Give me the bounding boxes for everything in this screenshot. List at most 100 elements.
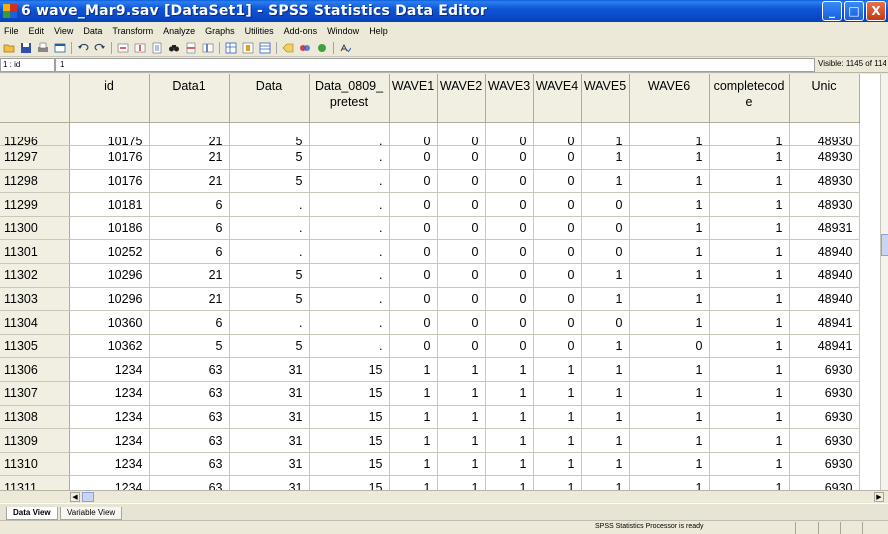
data-cell[interactable]: 0: [437, 169, 486, 194]
data-cell[interactable]: 0: [389, 145, 438, 170]
data-cell[interactable]: 0: [581, 192, 630, 217]
row-number[interactable]: 11298: [0, 169, 70, 194]
data-cell[interactable]: 1: [709, 405, 790, 430]
data-cell[interactable]: 1: [389, 357, 438, 383]
column-header[interactable]: Data: [229, 74, 310, 123]
insert-cases-icon[interactable]: [184, 42, 197, 54]
tab-data-view[interactable]: Data View: [6, 507, 58, 520]
data-cell[interactable]: 10175: [69, 122, 150, 147]
data-cell[interactable]: 21: [149, 169, 230, 194]
data-cell[interactable]: 48930: [789, 192, 860, 217]
menu-item-analyze[interactable]: Analyze: [158, 26, 200, 36]
data-cell[interactable]: 1234: [69, 428, 150, 453]
data-cell[interactable]: .: [309, 334, 390, 359]
row-number[interactable]: 11299: [0, 192, 70, 217]
data-cell[interactable]: 1: [533, 405, 582, 430]
spelling-icon[interactable]: [338, 42, 351, 54]
data-cell[interactable]: 1234: [69, 357, 150, 383]
data-cell[interactable]: 5: [229, 334, 310, 359]
column-header[interactable]: completecod e: [709, 74, 790, 123]
data-cell[interactable]: 1: [709, 169, 790, 194]
column-header[interactable]: Unic: [789, 74, 860, 123]
data-cell[interactable]: 1: [581, 263, 630, 288]
data-cell[interactable]: 0: [389, 122, 438, 147]
data-cell[interactable]: 1: [709, 216, 790, 241]
data-cell[interactable]: 10176: [69, 169, 150, 194]
data-cell[interactable]: 1: [485, 405, 534, 430]
row-number[interactable]: 11296: [0, 122, 70, 147]
data-cell[interactable]: 48930: [789, 122, 860, 147]
dialog-recall-icon[interactable]: [53, 42, 66, 54]
data-cell[interactable]: 1: [485, 381, 534, 406]
data-cell[interactable]: 1: [709, 145, 790, 170]
data-cell[interactable]: 1: [533, 475, 582, 490]
data-cell[interactable]: 31: [229, 357, 310, 383]
data-cell[interactable]: 1: [581, 122, 630, 147]
data-cell[interactable]: 5: [229, 169, 310, 194]
data-cell[interactable]: 0: [437, 239, 486, 265]
data-cell[interactable]: 6: [149, 216, 230, 241]
data-cell[interactable]: 63: [149, 452, 230, 477]
data-cell[interactable]: 0: [485, 216, 534, 241]
data-cell[interactable]: 0: [533, 239, 582, 265]
data-cell[interactable]: .: [309, 310, 390, 335]
data-cell[interactable]: 6930: [789, 475, 860, 490]
horizontal-scrollbar[interactable]: ◀ ▶: [0, 490, 888, 503]
data-cell[interactable]: 0: [485, 287, 534, 312]
data-cell[interactable]: 48930: [789, 169, 860, 194]
close-button[interactable]: X: [866, 1, 886, 21]
data-cell[interactable]: 0: [581, 239, 630, 265]
data-cell[interactable]: 1: [629, 287, 710, 312]
data-cell[interactable]: 1: [581, 169, 630, 194]
data-cell[interactable]: 1: [629, 405, 710, 430]
data-cell[interactable]: 0: [485, 192, 534, 217]
data-cell[interactable]: 1: [437, 428, 486, 453]
row-number[interactable]: 11310: [0, 452, 70, 477]
data-cell[interactable]: 1: [389, 405, 438, 430]
data-cell[interactable]: 10296: [69, 263, 150, 288]
data-cell[interactable]: 21: [149, 287, 230, 312]
data-cell[interactable]: .: [309, 216, 390, 241]
data-cell[interactable]: 6: [149, 310, 230, 335]
data-cell[interactable]: 48930: [789, 145, 860, 170]
data-cell[interactable]: 1: [533, 452, 582, 477]
data-cell[interactable]: 1: [629, 381, 710, 406]
data-cell[interactable]: 63: [149, 357, 230, 383]
split-file-icon[interactable]: [224, 42, 237, 54]
cell-reference-field[interactable]: 1 : id: [0, 57, 55, 72]
data-cell[interactable]: 0: [389, 263, 438, 288]
goto-variable-icon[interactable]: [133, 42, 146, 54]
row-number[interactable]: 11302: [0, 263, 70, 288]
data-cell[interactable]: 0: [533, 192, 582, 217]
cell-value-field[interactable]: 1: [55, 57, 815, 72]
row-number[interactable]: 11297: [0, 145, 70, 170]
scroll-left-arrow-icon[interactable]: ◀: [70, 492, 80, 502]
value-labels-icon[interactable]: [281, 42, 294, 54]
data-cell[interactable]: 1: [581, 381, 630, 406]
data-cell[interactable]: 0: [533, 310, 582, 335]
data-cell[interactable]: 31: [229, 428, 310, 453]
data-cell[interactable]: 1: [533, 381, 582, 406]
open-icon[interactable]: [2, 42, 15, 54]
menu-item-data[interactable]: Data: [78, 26, 107, 36]
data-cell[interactable]: 10252: [69, 239, 150, 265]
data-cell[interactable]: 15: [309, 357, 390, 383]
row-number[interactable]: 11301: [0, 239, 70, 265]
data-cell[interactable]: 5: [229, 145, 310, 170]
data-cell[interactable]: 1: [709, 452, 790, 477]
data-cell[interactable]: 1: [485, 428, 534, 453]
data-cell[interactable]: 1: [709, 357, 790, 383]
maximize-button[interactable]: □: [844, 1, 864, 21]
data-cell[interactable]: 1: [709, 192, 790, 217]
data-cell[interactable]: 1: [629, 475, 710, 490]
data-cell[interactable]: 0: [437, 145, 486, 170]
data-cell[interactable]: 48931: [789, 216, 860, 241]
tab-variable-view[interactable]: Variable View: [60, 507, 123, 520]
data-cell[interactable]: .: [309, 263, 390, 288]
data-cell[interactable]: 1: [437, 381, 486, 406]
data-cell[interactable]: 10176: [69, 145, 150, 170]
save-icon[interactable]: [19, 42, 32, 54]
data-cell[interactable]: .: [229, 216, 310, 241]
data-cell[interactable]: 0: [437, 263, 486, 288]
data-cell[interactable]: 1: [629, 357, 710, 383]
